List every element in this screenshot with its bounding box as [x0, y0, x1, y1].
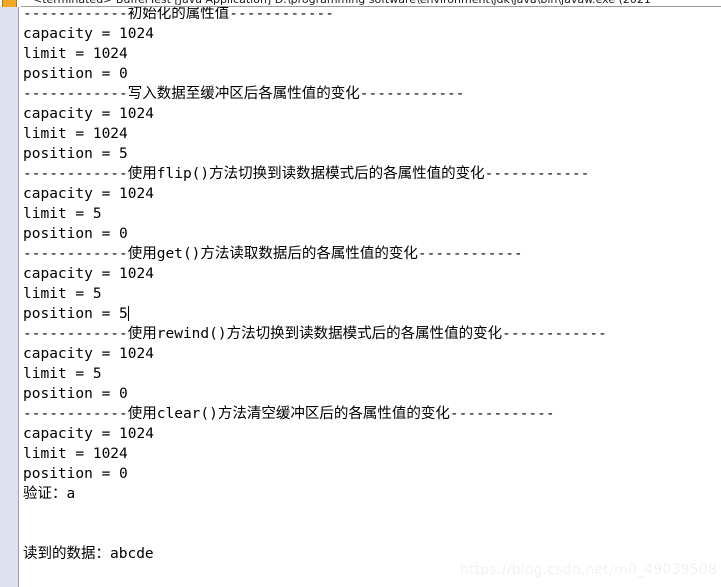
console-line: capacity = 1024 — [23, 186, 154, 202]
console-window: <terminated> BufferTest [Java Applicatio… — [0, 0, 721, 587]
console-line: position = 5 — [23, 146, 128, 162]
console-line: capacity = 1024 — [23, 346, 154, 362]
console-output-area[interactable]: ------------初始化的属性值------------ capacity… — [19, 7, 721, 587]
console-gutter — [0, 7, 18, 587]
console-line: limit = 5 — [23, 286, 102, 302]
console-line: limit = 1024 — [23, 446, 128, 462]
console-line-text: position = 5 — [23, 306, 128, 322]
console-line: limit = 1024 — [23, 46, 128, 62]
console-line: capacity = 1024 — [23, 106, 154, 122]
console-line: ------------写入数据至缓冲区后各属性值的变化------------ — [23, 86, 465, 102]
console-line: ------------使用clear()方法清空缓冲区后的各属性值的变化---… — [23, 406, 555, 422]
console-line: limit = 1024 — [23, 126, 128, 142]
console-line: 验证：a — [23, 486, 76, 502]
console-line: position = 0 — [23, 386, 128, 402]
console-line: ------------使用rewind()方法切换到读数据模式后的各属性值的变… — [23, 326, 607, 342]
console-line: limit = 5 — [23, 206, 102, 222]
console-line: capacity = 1024 — [23, 26, 154, 42]
console-line: position = 0 — [23, 66, 128, 82]
console-line: position = 0 — [23, 226, 128, 242]
text-caret — [127, 306, 129, 321]
watermark: https://blog.csdn.net/m0_49039508 — [459, 562, 717, 578]
console-line: position = 0 — [23, 466, 128, 482]
console-line: ------------初始化的属性值------------ — [23, 7, 335, 22]
console-line: 读到的数据：abcde — [23, 546, 154, 562]
console-line: limit = 5 — [23, 366, 102, 382]
console-line: ------------使用flip()方法切换到读数据模式后的各属性值的变化-… — [23, 166, 590, 182]
console-line-with-caret: position = 5 — [19, 304, 721, 324]
console-line: ------------使用get()方法读取数据后的各属性值的变化------… — [23, 246, 523, 262]
console-line: capacity = 1024 — [23, 426, 154, 442]
console-line: capacity = 1024 — [23, 266, 154, 282]
